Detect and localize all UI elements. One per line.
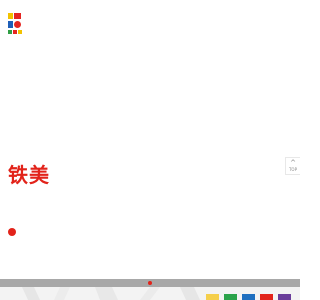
logo-blue-square [8, 21, 13, 28]
swatch-green[interactable] [224, 294, 237, 300]
carousel-indicator-bar [0, 279, 300, 287]
page: 铁美 ^ TOP [0, 0, 300, 300]
swatch-purple[interactable] [278, 294, 291, 300]
logo-yellow-square [8, 13, 13, 19]
logo-red-circle [14, 21, 21, 28]
arrow-up-icon: ^ [290, 159, 296, 167]
red-dot-marker [8, 228, 16, 236]
swatch-blue[interactable] [242, 294, 255, 300]
brand-title: 铁美 [8, 163, 50, 187]
color-swatches [206, 294, 291, 300]
logo-green-block [8, 30, 12, 34]
back-to-top-label: TOP [288, 167, 297, 172]
back-to-top-button[interactable]: ^ TOP [285, 157, 300, 175]
logo-red-block [13, 30, 17, 34]
logo-yellow-block [18, 30, 22, 34]
swatch-red[interactable] [260, 294, 273, 300]
logo-red-square [14, 13, 21, 19]
footer-strip [0, 287, 300, 300]
brand-logo[interactable] [8, 13, 22, 35]
swatch-yellow[interactable] [206, 294, 219, 300]
carousel-indicator-dot[interactable] [148, 281, 152, 285]
